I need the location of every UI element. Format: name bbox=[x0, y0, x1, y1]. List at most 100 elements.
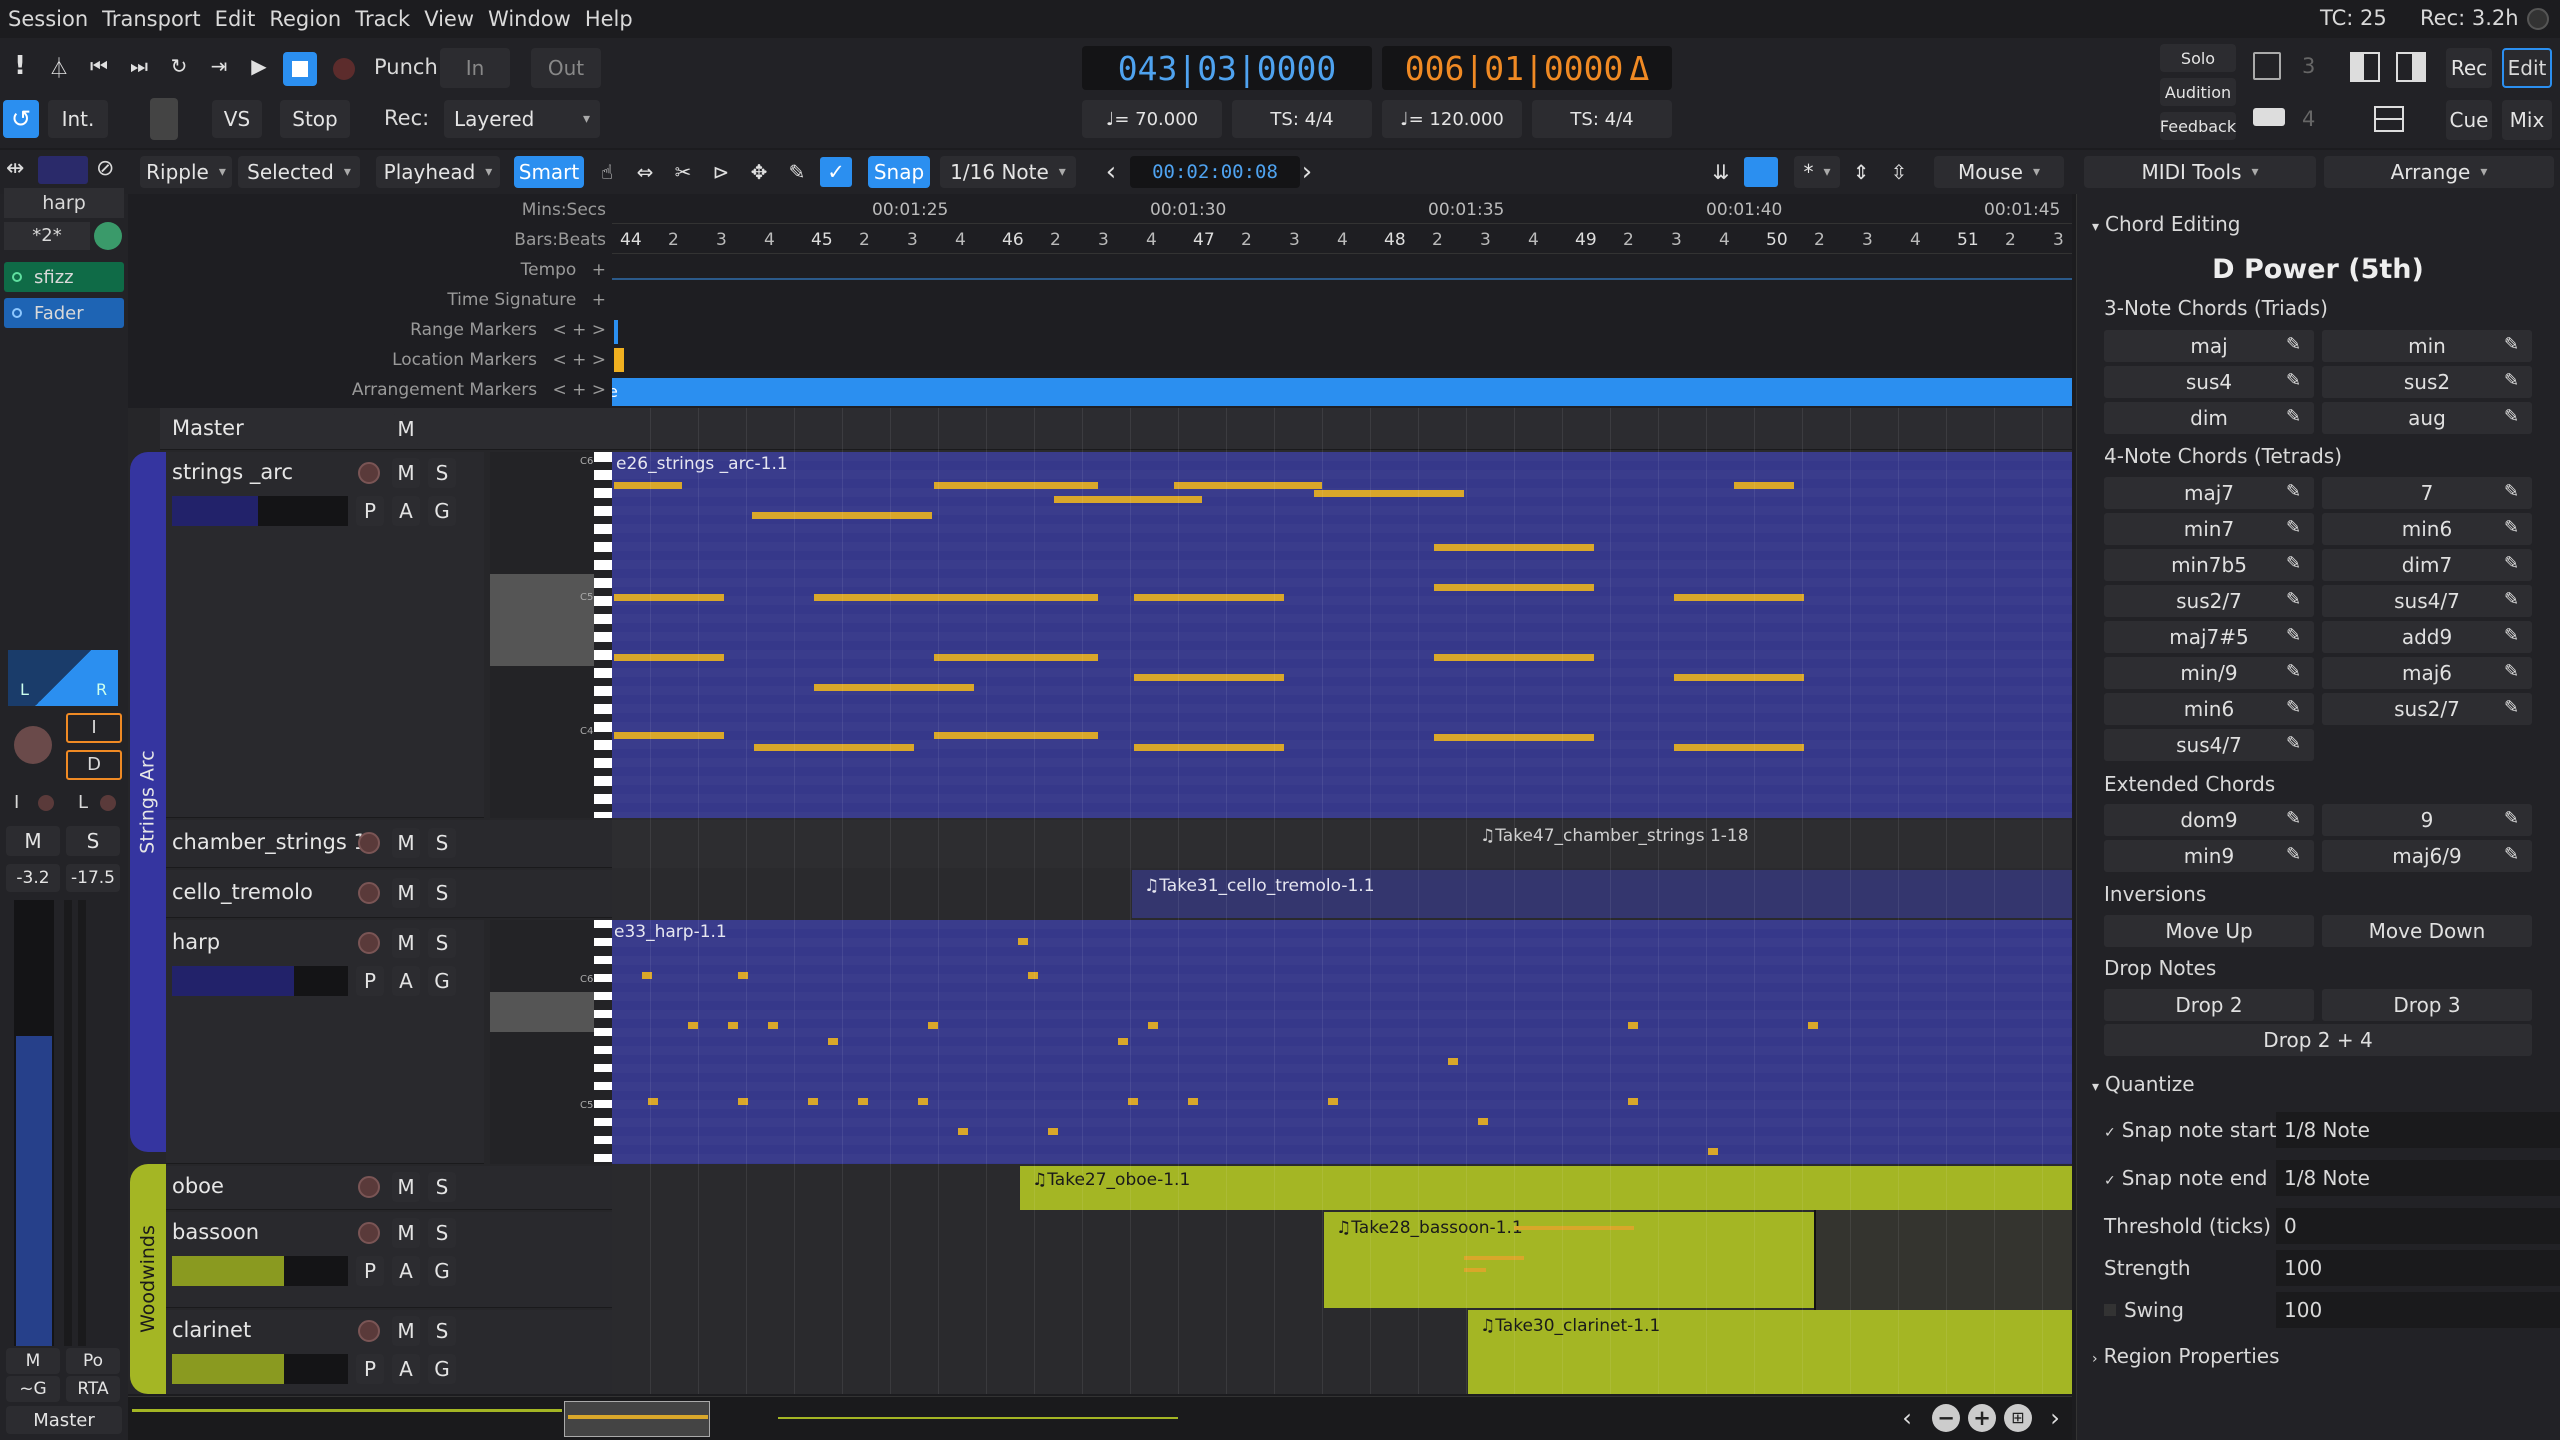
menu-transport[interactable]: Transport bbox=[102, 7, 201, 31]
harp-a-button[interactable]: A bbox=[392, 966, 420, 996]
midi-note[interactable] bbox=[958, 1128, 968, 1135]
triad-button-2[interactable]: sus4 ✎ bbox=[2104, 366, 2314, 398]
goto-end-icon[interactable]: ⏭ bbox=[124, 50, 154, 82]
expand-tracks-icon[interactable]: ⇳ bbox=[1884, 156, 1914, 188]
midi-note[interactable] bbox=[728, 1022, 738, 1029]
pencil-icon[interactable]: ✎ bbox=[2504, 625, 2526, 647]
harp-piano-roll-keys[interactable]: C6 C5 bbox=[490, 920, 612, 1164]
triad-button-4[interactable]: dim ✎ bbox=[2104, 402, 2314, 434]
snap-start-label[interactable]: ✓ Snap note start bbox=[2104, 1118, 2276, 1142]
pencil-icon[interactable]: ✎ bbox=[2286, 625, 2308, 647]
region-harp[interactable]: e33_harp-1.1 bbox=[612, 920, 2072, 1164]
input-button[interactable]: I bbox=[66, 713, 122, 743]
pencil-icon[interactable]: ✎ bbox=[2504, 844, 2526, 866]
midi-note[interactable] bbox=[768, 1022, 778, 1029]
follow-edits-icon[interactable]: ↺ bbox=[3, 100, 39, 138]
loop-icon[interactable]: ↻ bbox=[164, 50, 194, 82]
swing-checkbox[interactable] bbox=[2104, 1304, 2116, 1316]
cut-tool-icon[interactable]: ✂ bbox=[668, 156, 698, 188]
tetrad-button-14[interactable]: sus4/7 ✎ bbox=[2104, 729, 2314, 761]
tetrad-button-9[interactable]: add9 ✎ bbox=[2322, 621, 2532, 653]
strip-preset[interactable]: *2* bbox=[4, 222, 90, 250]
strip-rta-button[interactable]: RTA bbox=[66, 1376, 120, 1402]
midi-note[interactable] bbox=[1018, 938, 1028, 945]
midi-note[interactable] bbox=[1148, 1022, 1158, 1029]
triad-button-0[interactable]: maj ✎ bbox=[2104, 330, 2314, 362]
midi-note[interactable] bbox=[614, 594, 724, 601]
bottom-pane-toggle-icon[interactable] bbox=[2374, 106, 2404, 132]
harp-g-button[interactable]: G bbox=[428, 966, 456, 996]
strings-piano-roll-keys[interactable]: C6 C5 C4 bbox=[490, 452, 612, 818]
pencil-icon[interactable]: ✎ bbox=[2286, 517, 2308, 539]
zoom-focus-icon[interactable]: ⇊ bbox=[1706, 156, 1736, 188]
chord-editing-header[interactable]: ▾ Chord Editing bbox=[2092, 212, 2241, 236]
audition-button[interactable]: Audition bbox=[2160, 78, 2236, 106]
fader-track[interactable] bbox=[14, 900, 54, 1346]
midi-note[interactable] bbox=[614, 482, 682, 489]
track-oboe[interactable] bbox=[166, 1166, 612, 1210]
goto-start-icon[interactable]: ⏮ bbox=[84, 50, 114, 82]
trim-knob[interactable] bbox=[14, 726, 52, 764]
smart-button[interactable]: Smart bbox=[514, 156, 584, 188]
disk-button[interactable]: D bbox=[66, 750, 122, 780]
int-button[interactable]: Int. bbox=[48, 100, 108, 138]
nudge-right-icon[interactable]: › bbox=[1292, 156, 1322, 188]
extended-button-1[interactable]: 9 ✎ bbox=[2322, 804, 2532, 836]
play-range-icon[interactable]: ⇥ bbox=[204, 50, 234, 82]
midi-note[interactable] bbox=[928, 1022, 938, 1029]
strip-track-name[interactable]: harp bbox=[4, 188, 124, 218]
tetrad-button-2[interactable]: min7 ✎ bbox=[2104, 513, 2314, 545]
clock-secondary[interactable]: 006|01|0000 Δ bbox=[1382, 46, 1672, 90]
triad-button-3[interactable]: sus2 ✎ bbox=[2322, 366, 2532, 398]
punch-out-button[interactable]: Out bbox=[531, 48, 601, 88]
midi-note[interactable] bbox=[1708, 1148, 1718, 1155]
midi-note[interactable] bbox=[814, 684, 974, 691]
midi-note[interactable] bbox=[1174, 482, 1322, 489]
pencil-icon[interactable]: ✎ bbox=[2504, 517, 2526, 539]
stop-icon[interactable] bbox=[283, 52, 317, 86]
location-marker[interactable] bbox=[614, 348, 624, 372]
pencil-icon[interactable]: ✎ bbox=[2286, 733, 2308, 755]
ts1-display[interactable]: TS: 4/4 bbox=[1232, 100, 1372, 138]
midi-note[interactable] bbox=[1328, 1098, 1338, 1105]
plugin-sfizz[interactable]: sfizz bbox=[4, 262, 124, 292]
group-tab-strings[interactable]: Strings Arc bbox=[130, 452, 166, 1152]
video-icon[interactable] bbox=[2253, 108, 2285, 126]
alert-icon[interactable]: ! bbox=[5, 50, 35, 82]
midi-note[interactable] bbox=[1028, 972, 1038, 979]
clarinet-g-button[interactable]: G bbox=[428, 1354, 456, 1384]
selected-dropdown[interactable]: Selected bbox=[238, 156, 360, 188]
solo-button[interactable]: Solo bbox=[2160, 44, 2236, 72]
region-properties-header[interactable]: › Region Properties bbox=[2092, 1344, 2280, 1368]
drop2-button[interactable]: Drop 2 bbox=[2104, 989, 2314, 1021]
pencil-icon[interactable]: ✎ bbox=[2286, 334, 2308, 356]
strings-arc-fader[interactable] bbox=[172, 496, 348, 526]
midi-note[interactable] bbox=[1134, 594, 1284, 601]
pencil-icon[interactable]: ✎ bbox=[2286, 406, 2308, 428]
record-icon[interactable] bbox=[333, 58, 355, 80]
strip-m-button[interactable]: M bbox=[6, 1348, 60, 1374]
strip-mute-button[interactable]: M bbox=[6, 826, 60, 856]
mouse-dropdown[interactable]: Mouse bbox=[1934, 156, 2064, 188]
extended-button-3[interactable]: maj6/9 ✎ bbox=[2322, 840, 2532, 872]
midi-note[interactable] bbox=[1054, 496, 1202, 503]
tetrad-button-3[interactable]: min6 ✎ bbox=[2322, 513, 2532, 545]
nudge-left-icon[interactable]: ‹ bbox=[1096, 156, 1126, 188]
stretch-tool-icon[interactable]: ✥ bbox=[744, 156, 774, 188]
clarinet-mute-button[interactable]: M bbox=[392, 1316, 420, 1346]
bassoon-g-button[interactable]: G bbox=[428, 1256, 456, 1286]
tetrad-button-7[interactable]: sus4/7 ✎ bbox=[2322, 585, 2532, 617]
midi-note[interactable] bbox=[808, 1098, 818, 1105]
swing-input[interactable]: 100 bbox=[2276, 1292, 2560, 1328]
oboe-mute-button[interactable]: M bbox=[392, 1172, 420, 1202]
ts2-display[interactable]: TS: 4/4 bbox=[1532, 100, 1672, 138]
bassoon-a-button[interactable]: A bbox=[392, 1256, 420, 1286]
pencil-icon[interactable]: ✎ bbox=[2286, 553, 2308, 575]
play-icon[interactable]: ▶ bbox=[244, 50, 274, 82]
nudge-clock[interactable]: 00:02:00:08 bbox=[1130, 156, 1300, 188]
menu-window[interactable]: Window bbox=[488, 7, 571, 31]
midi-note[interactable] bbox=[1448, 1058, 1458, 1065]
range-marker[interactable] bbox=[614, 320, 618, 344]
midi-note[interactable] bbox=[934, 594, 1098, 601]
midi-note[interactable] bbox=[1674, 594, 1804, 601]
